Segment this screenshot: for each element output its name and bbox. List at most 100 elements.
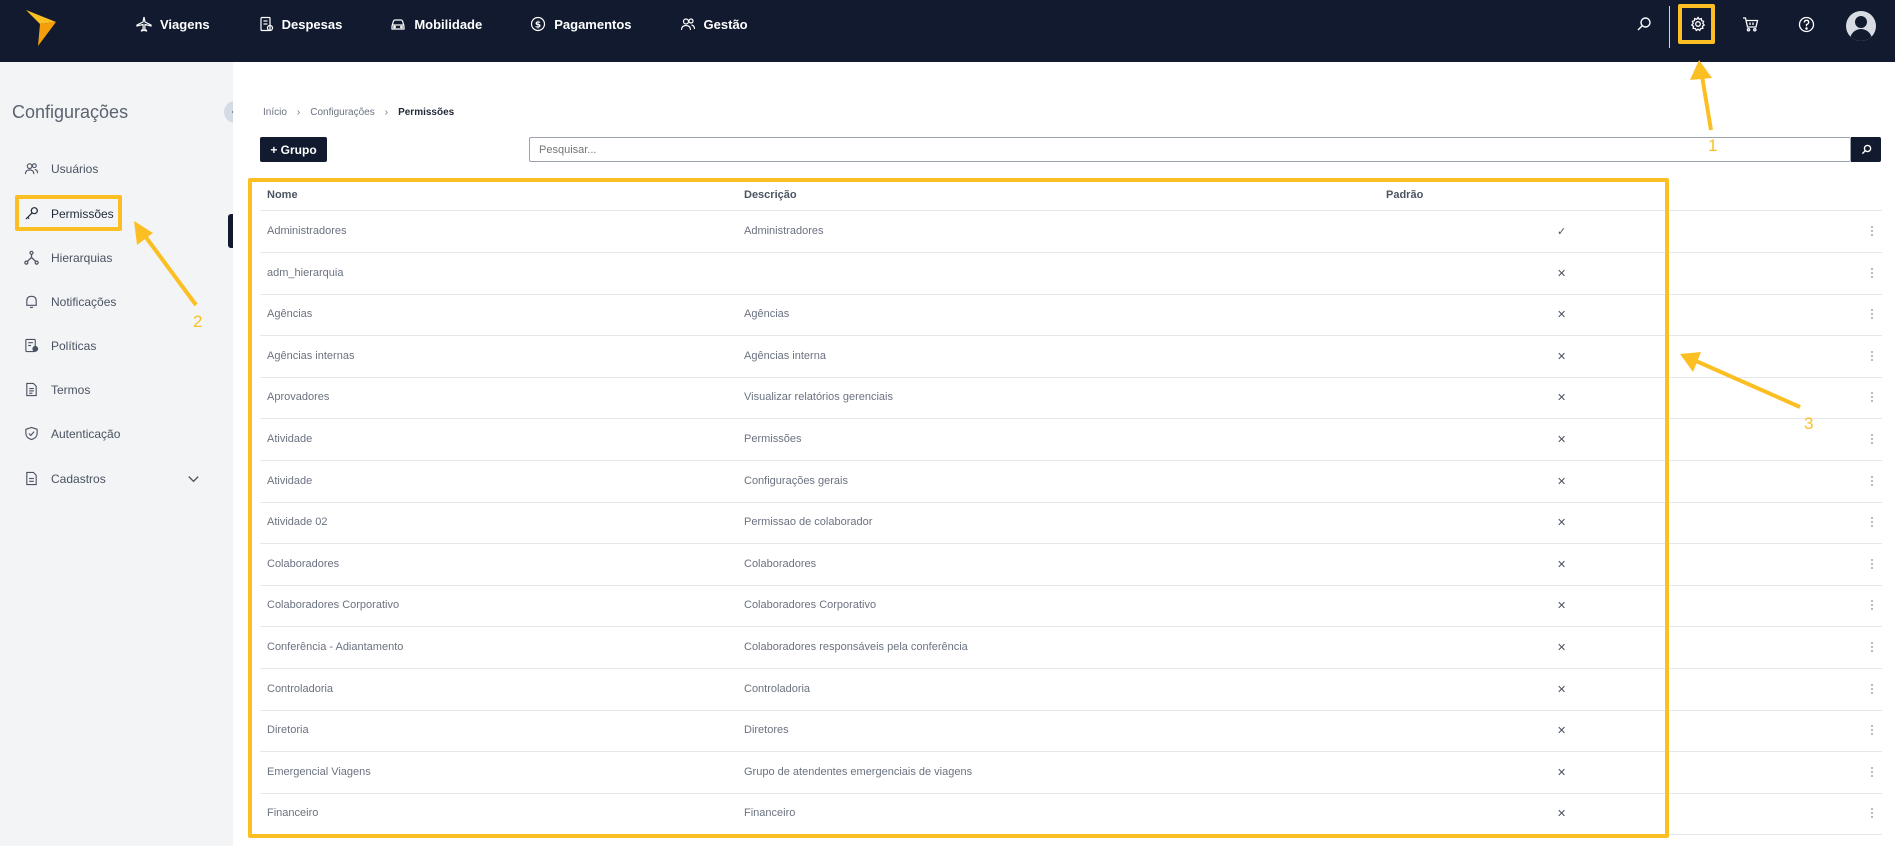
table-row[interactable]: Administradores Administradores ✓ [260,211,1882,253]
table-row[interactable]: Colaboradores Colaboradores ✕ [260,544,1882,586]
cell-description: Administradores [744,225,824,237]
sidebar-item-usuarios[interactable]: Usuários [24,161,98,176]
column-header-descricao[interactable]: Descrição [744,189,797,201]
nav-item-pagamentos[interactable]: $ Pagamentos [530,16,632,32]
sidebar-item-hierarquias[interactable]: Hierarquias [24,250,112,265]
table-row[interactable]: Diretoria Diretores ✕ [260,710,1882,753]
file-icon [26,471,37,486]
breadcrumb-item-current: Permissões [398,107,455,118]
cell-name: adm_hierarquia [267,266,344,279]
key-icon [25,207,38,220]
annotation-number-2: 2 [193,312,203,331]
table-row[interactable]: Agências Agências ✕ [260,294,1882,337]
cell-description: Configurações gerais [744,474,848,487]
search-icon[interactable] [1632,12,1656,36]
gear-icon[interactable] [1686,12,1710,36]
cell-description: Grupo de atendentes emergenciais de viag… [744,765,973,778]
nav-item-despesas[interactable]: Despesas [258,16,343,32]
cell-default-icon: ✕ [1557,766,1567,779]
cell-default-icon: ✕ [1557,475,1567,488]
breadcrumb-item-configuracoes[interactable]: Configurações [310,107,374,118]
cell-default-icon: ✕ [1557,392,1567,405]
more-options-icon[interactable] [1864,469,1880,493]
table-row[interactable]: Financeiro Financeiro ✕ [260,793,1882,836]
cart-icon[interactable] [1738,12,1762,36]
more-options-icon[interactable] [1864,344,1880,368]
users-icon [680,18,695,31]
chevron-down-icon[interactable] [186,471,201,486]
more-options-icon[interactable] [1864,552,1880,576]
policy-icon [25,338,39,353]
table-row[interactable]: Atividade Permissões ✕ [260,419,1882,461]
more-options-icon[interactable] [1864,718,1880,742]
cell-default-icon: ✕ [1557,808,1567,821]
more-options-icon[interactable] [1864,593,1880,617]
more-options-icon[interactable] [1864,801,1880,825]
hierarchy-icon [24,250,39,265]
more-options-icon[interactable] [1864,677,1880,701]
table-row[interactable]: Conferência - Adiantamento Colaboradores … [260,627,1882,669]
add-group-button[interactable]: + Grupo [260,137,327,162]
table-row[interactable]: Aprovadores Visualizar relatórios gerenci… [260,377,1882,420]
cell-name: Controladoria [267,682,334,695]
nav-label: Pagamentos [554,16,632,32]
cell-description: Visualizar relatórios gerenciais [744,391,893,404]
sidebar-item-label: Cadastros [51,471,106,486]
main-nav: Viagens Despesas Mobilidade $ Pagamentos… [136,0,796,48]
settings-sidebar: Configurações Usuários Permissões Hierar… [0,62,234,846]
sidebar-item-permissoes[interactable]: Permissões [24,206,114,221]
dollar-icon: $ [531,16,546,32]
search-button[interactable] [1851,137,1881,162]
sidebar-item-politicas[interactable]: Políticas [24,338,96,353]
table-row[interactable]: Colaboradores Corporativo Colaboradores C… [260,585,1882,628]
bell-icon [26,295,37,309]
search-input[interactable] [529,137,1851,162]
table-row[interactable]: Agências internas Agências interna ✕ [260,336,1882,378]
svg-text:$: $ [535,21,541,31]
more-options-icon[interactable] [1864,427,1880,451]
sidebar-item-label: Políticas [51,338,97,353]
more-options-icon[interactable] [1864,302,1880,326]
cell-default-icon: ✕ [1557,517,1567,530]
cell-name: Atividade [267,433,313,445]
cell-default-icon: ✕ [1557,267,1567,280]
sidebar-title: Configurações [12,102,129,122]
help-icon[interactable] [1794,12,1818,36]
logo-icon[interactable] [26,10,56,46]
more-options-icon[interactable] [1864,261,1880,285]
nav-item-mobilidade[interactable]: Mobilidade [390,16,482,32]
column-header-padrao[interactable]: Padrão [1386,189,1423,201]
sidebar-item-cadastros[interactable]: Cadastros [24,471,204,486]
cell-description: Colaboradores Corporativo [744,599,877,612]
table-row[interactable]: adm_hierarquia ✕ [260,253,1882,295]
cell-name: Agências [267,308,313,321]
nav-divider [1669,6,1670,48]
nav-item-viagens[interactable]: Viagens [136,16,210,32]
cell-default-icon: ✕ [1557,725,1567,738]
nav-item-gestao[interactable]: Gestão [680,16,748,32]
more-options-icon[interactable] [1864,760,1880,784]
table-row[interactable]: Atividade 02 Permissao de colaborador ✕ [260,502,1882,545]
table-row[interactable]: Controladoria Controladoria ✕ [260,669,1882,711]
more-options-icon[interactable] [1864,219,1880,243]
cell-default-icon: ✕ [1557,683,1567,696]
cell-description: Financeiro [744,807,796,820]
table-row[interactable]: Atividade Configurações gerais ✕ [260,461,1882,503]
main-content: Início › Configurações › Permissões + Gr… [233,62,1895,846]
annotation-number-3: 3 [1804,414,1814,433]
cell-name: Agências internas [267,349,355,362]
cell-description: Agências interna [744,349,826,362]
breadcrumb-item-inicio[interactable]: Início [263,107,287,118]
avatar[interactable] [1846,11,1876,41]
more-options-icon[interactable] [1864,385,1880,409]
sidebar-item-termos[interactable]: Termos [24,382,90,397]
sidebar-item-label: Permissões [51,206,114,221]
sidebar-item-autenticacao[interactable]: Autenticação [24,426,120,441]
column-header-nome[interactable]: Nome [267,189,298,201]
cell-name: Aprovadores [267,391,330,404]
sidebar-item-notificacoes[interactable]: Notificações [24,294,116,309]
more-options-icon[interactable] [1864,510,1880,534]
table-row[interactable]: Emergencial Viagens Grupo de atendentes e… [260,752,1882,794]
nav-label: Despesas [281,16,343,32]
more-options-icon[interactable] [1864,635,1880,659]
